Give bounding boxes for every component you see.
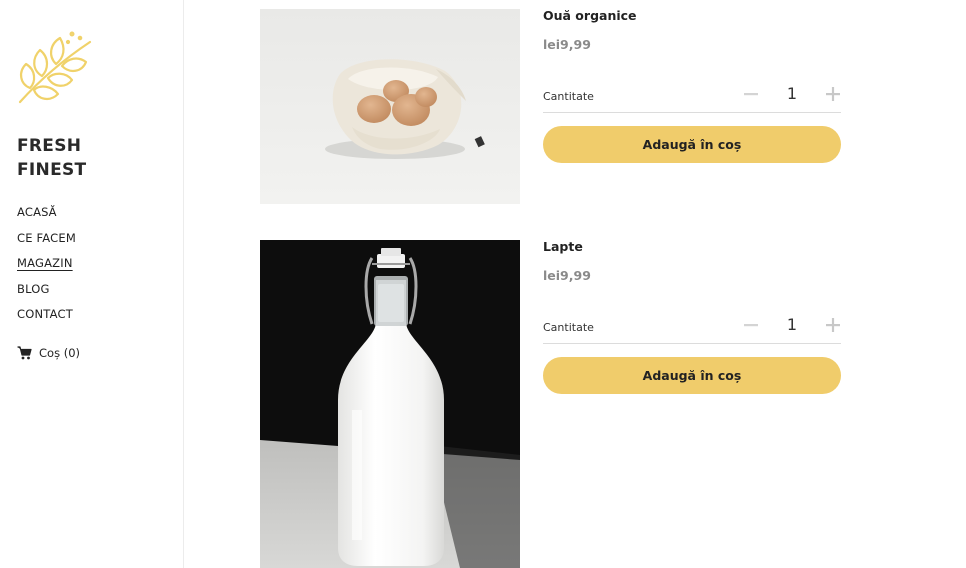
cart-link[interactable]: Coș (0) bbox=[17, 346, 80, 360]
quantity-value[interactable]: 1 bbox=[783, 315, 801, 334]
product-price: lei9,99 bbox=[543, 268, 591, 283]
product-image-milk[interactable] bbox=[260, 240, 520, 568]
nav-item-ce-facem[interactable]: CE FACEM bbox=[17, 229, 76, 255]
product-info: Ouă organice lei9,99 Cantitate 1 Adaugă … bbox=[543, 9, 841, 163]
nav-item-blog[interactable]: BLOG bbox=[17, 280, 76, 306]
nav-item-acasa[interactable]: ACASĂ bbox=[17, 203, 76, 229]
minus-icon[interactable] bbox=[743, 317, 759, 333]
product-image-eggs[interactable] bbox=[260, 9, 520, 204]
sidebar: FRESH FINEST ACASĂ CE FACEM MAGAZIN BLOG… bbox=[0, 0, 184, 568]
quantity-row: Cantitate 1 bbox=[543, 311, 841, 344]
add-to-cart-button[interactable]: Adaugă în coș bbox=[543, 357, 841, 394]
product-price: lei9,99 bbox=[543, 37, 591, 52]
brand-line-1: FRESH bbox=[17, 136, 82, 156]
product-name[interactable]: Lapte bbox=[543, 240, 841, 254]
minus-icon[interactable] bbox=[743, 86, 759, 102]
nav-item-magazin[interactable]: MAGAZIN bbox=[17, 254, 76, 280]
plus-icon[interactable] bbox=[825, 317, 841, 333]
quantity-row: Cantitate 1 bbox=[543, 80, 841, 113]
brand-line-2: FINEST bbox=[17, 160, 87, 180]
nav-item-contact[interactable]: CONTACT bbox=[17, 305, 76, 331]
product-info: Lapte lei9,99 Cantitate 1 Adaugă în coș bbox=[543, 240, 841, 394]
main-nav: ACASĂ CE FACEM MAGAZIN BLOG CONTACT bbox=[17, 203, 76, 331]
add-to-cart-button[interactable]: Adaugă în coș bbox=[543, 126, 841, 163]
plus-icon[interactable] bbox=[825, 86, 841, 102]
product-name[interactable]: Ouă organice bbox=[543, 9, 841, 23]
cart-icon bbox=[17, 346, 32, 360]
wheat-logo-icon[interactable] bbox=[16, 28, 96, 104]
cart-label: Coș (0) bbox=[39, 346, 81, 360]
brand-name[interactable]: FRESH FINEST bbox=[17, 134, 167, 182]
quantity-value[interactable]: 1 bbox=[783, 84, 801, 103]
